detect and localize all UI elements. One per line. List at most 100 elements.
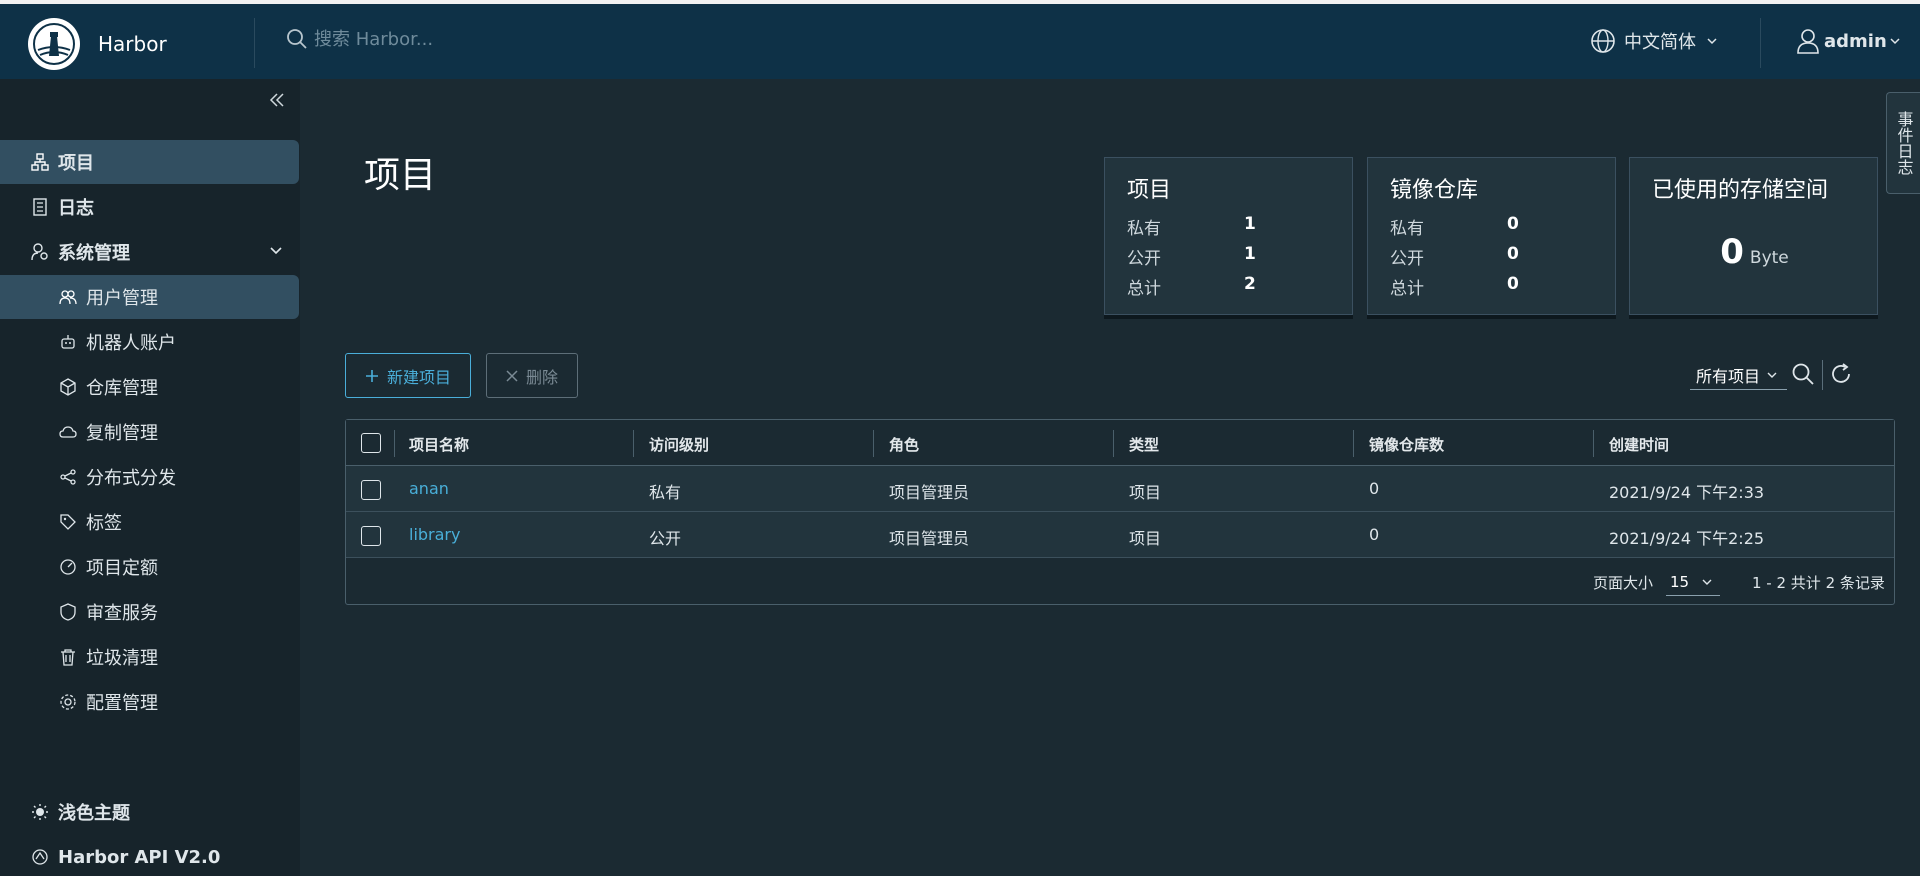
column-divider [1353, 430, 1354, 457]
harbor-logo-icon [28, 18, 80, 70]
api-icon [30, 847, 50, 867]
projects-summary-card: 项目 私有 1 公开 1 总计 2 [1104, 157, 1353, 315]
card-title: 已使用的存储空间 [1652, 178, 1829, 203]
column-header-access[interactable]: 访问级别 [649, 434, 709, 455]
sidebar-item-label: 项目 [58, 153, 94, 174]
sidebar-item-interrogation[interactable]: 审查服务 [0, 590, 300, 634]
sidebar-item-logs[interactable]: 日志 [0, 185, 300, 229]
trash-icon [58, 647, 78, 667]
column-divider [1113, 430, 1114, 457]
table-row[interactable]: anan 私有 项目管理员 项目 0 2021/9/24 下午2:33 [346, 466, 1894, 512]
sidebar-item-users[interactable]: 用户管理 [0, 275, 299, 319]
role: 项目管理员 [889, 483, 970, 502]
chevron-down-icon [1702, 579, 1712, 585]
sidebar-item-label: 日志 [58, 198, 94, 219]
sidebar-item-projects[interactable]: 项目 [0, 140, 299, 184]
search-icon [287, 29, 307, 49]
type: 项目 [1129, 483, 1162, 502]
page-size-value: 15 [1670, 572, 1690, 591]
double-chevron-left-icon [269, 93, 284, 107]
project-name-link[interactable]: anan [409, 479, 449, 498]
column-header-type[interactable]: 类型 [1129, 434, 1159, 455]
chevron-down-icon [1707, 38, 1717, 45]
delete-label: 删除 [525, 369, 558, 387]
sidebar-item-distribution[interactable]: 分布式分发 [0, 455, 300, 499]
cloud-icon [58, 422, 78, 442]
user-menu[interactable]: admin [1796, 28, 1901, 54]
column-divider [633, 430, 634, 457]
gear-icon [58, 692, 78, 712]
created-time: 2021/9/24 下午2:33 [1609, 483, 1765, 502]
close-icon [506, 369, 518, 382]
page-title: 项目 [364, 155, 437, 196]
project-name-link[interactable]: library [409, 525, 460, 544]
api-link[interactable]: Harbor API V2.0 [0, 835, 300, 876]
theme-toggle[interactable]: 浅色主题 [0, 790, 300, 834]
sun-icon [30, 802, 50, 822]
sidebar-item-quotas[interactable]: 项目定额 [0, 545, 300, 589]
row-checkbox[interactable] [361, 526, 381, 546]
top-header: Harbor 中文简体 admin [0, 0, 1920, 79]
private-label: 私有 [1390, 219, 1424, 239]
storage-number: 0 [1720, 232, 1744, 272]
page-size-label: 页面大小 [1593, 574, 1654, 592]
private-label: 私有 [1127, 219, 1161, 239]
chevron-down-icon [1767, 372, 1777, 378]
sidebar-item-gc[interactable]: 垃圾清理 [0, 635, 300, 679]
sidebar-item-replication[interactable]: 复制管理 [0, 410, 300, 454]
sidebar-item-label: 仓库管理 [86, 378, 158, 399]
tag-icon [58, 512, 78, 532]
admin-icon [30, 242, 50, 262]
header-divider [1760, 18, 1761, 68]
username: admin [1824, 30, 1887, 52]
search-box[interactable] [286, 28, 614, 50]
event-log-tab[interactable]: 事件日志 [1886, 92, 1920, 194]
chevron-down-icon [270, 247, 282, 255]
column-header-name[interactable]: 项目名称 [409, 434, 469, 455]
select-all-checkbox[interactable] [361, 433, 381, 453]
robot-icon [58, 332, 78, 352]
page-size-select[interactable]: 15 [1666, 568, 1720, 596]
access-level: 私有 [649, 483, 682, 502]
sidebar-item-robot-accounts[interactable]: 机器人账户 [0, 320, 300, 364]
search-input[interactable] [314, 28, 614, 50]
plus-icon [365, 369, 378, 382]
total-label: 总计 [1390, 279, 1424, 299]
toolbar-divider [1822, 360, 1823, 390]
sidebar-item-label: 项目定额 [86, 558, 158, 579]
column-header-role[interactable]: 角色 [889, 434, 919, 455]
brand[interactable]: Harbor [28, 18, 167, 70]
sidebar-item-label: 系统管理 [58, 243, 130, 264]
delete-button[interactable]: 删除 [486, 353, 578, 398]
log-icon [30, 197, 50, 217]
refresh-button[interactable] [1829, 362, 1853, 390]
card-title: 项目 [1127, 178, 1172, 203]
language-label: 中文简体 [1624, 32, 1696, 53]
table-row[interactable]: library 公开 项目管理员 项目 0 2021/9/24 下午2:25 [346, 512, 1894, 558]
theme-label: 浅色主题 [58, 803, 130, 824]
public-label: 公开 [1390, 249, 1424, 269]
column-header-created[interactable]: 创建时间 [1609, 434, 1669, 455]
new-project-button[interactable]: 新建项目 [345, 353, 471, 398]
row-checkbox[interactable] [361, 480, 381, 500]
card-title: 镜像仓库 [1390, 178, 1479, 203]
sidebar-item-system-admin[interactable]: 系统管理 [0, 230, 300, 274]
project-filter-select[interactable]: 所有项目 [1690, 360, 1787, 390]
sidebar-item-configuration[interactable]: 配置管理 [0, 680, 300, 724]
column-divider [1593, 430, 1594, 457]
event-log-label: 事件日志 [1894, 111, 1914, 175]
sidebar-item-label: 机器人账户 [86, 333, 176, 354]
language-selector[interactable]: 中文简体 [1590, 28, 1718, 54]
sidebar: 项目 日志 系统管理 用户管理 机器人账户 仓库管理 复制管理 分布式分发 标签… [0, 79, 300, 876]
column-header-repo-count[interactable]: 镜像仓库数 [1369, 434, 1444, 455]
search-button[interactable] [1791, 362, 1815, 390]
sidebar-item-labels[interactable]: 标签 [0, 500, 300, 544]
collapse-sidebar-button[interactable] [268, 91, 286, 113]
storage-summary-card: 已使用的存储空间 0 Byte [1629, 157, 1878, 315]
public-count: 0 [1507, 244, 1519, 264]
column-divider [394, 430, 395, 457]
total-count: 2 [1244, 274, 1256, 294]
storage-unit: Byte [1749, 248, 1789, 268]
sidebar-item-registries[interactable]: 仓库管理 [0, 365, 300, 409]
search-icon [1792, 363, 1814, 385]
